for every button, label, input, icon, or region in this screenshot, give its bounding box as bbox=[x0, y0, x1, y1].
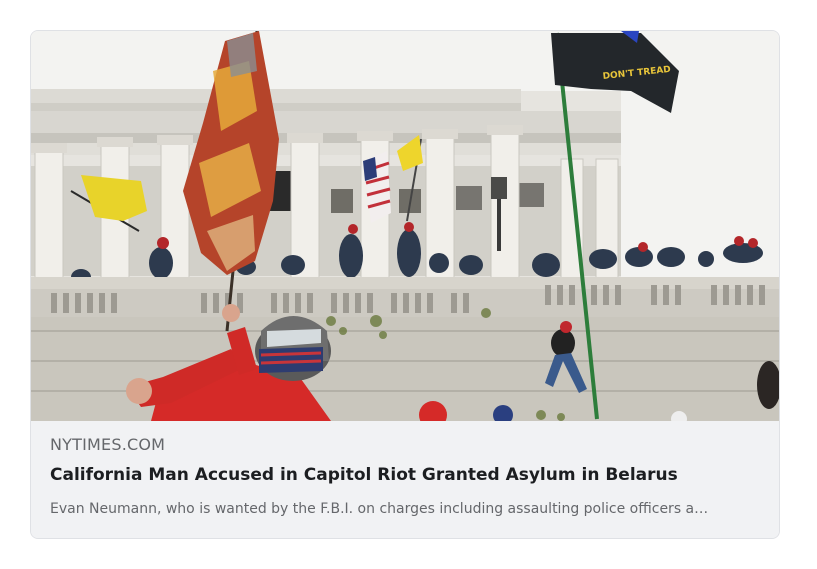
link-preview-card[interactable]: DON'T TREAD NYTIMES.COM California Man A… bbox=[30, 30, 780, 539]
capitol-riot-photo: DON'T TREAD bbox=[31, 31, 779, 421]
preview-meta[interactable]: NYTIMES.COM California Man Accused in Ca… bbox=[31, 421, 779, 538]
source-domain: NYTIMES.COM bbox=[50, 435, 166, 454]
headline[interactable]: California Man Accused in Capitol Riot G… bbox=[50, 465, 760, 485]
preview-image[interactable]: DON'T TREAD bbox=[31, 31, 779, 421]
description: Evan Neumann, who is wanted by the F.B.I… bbox=[50, 501, 709, 517]
